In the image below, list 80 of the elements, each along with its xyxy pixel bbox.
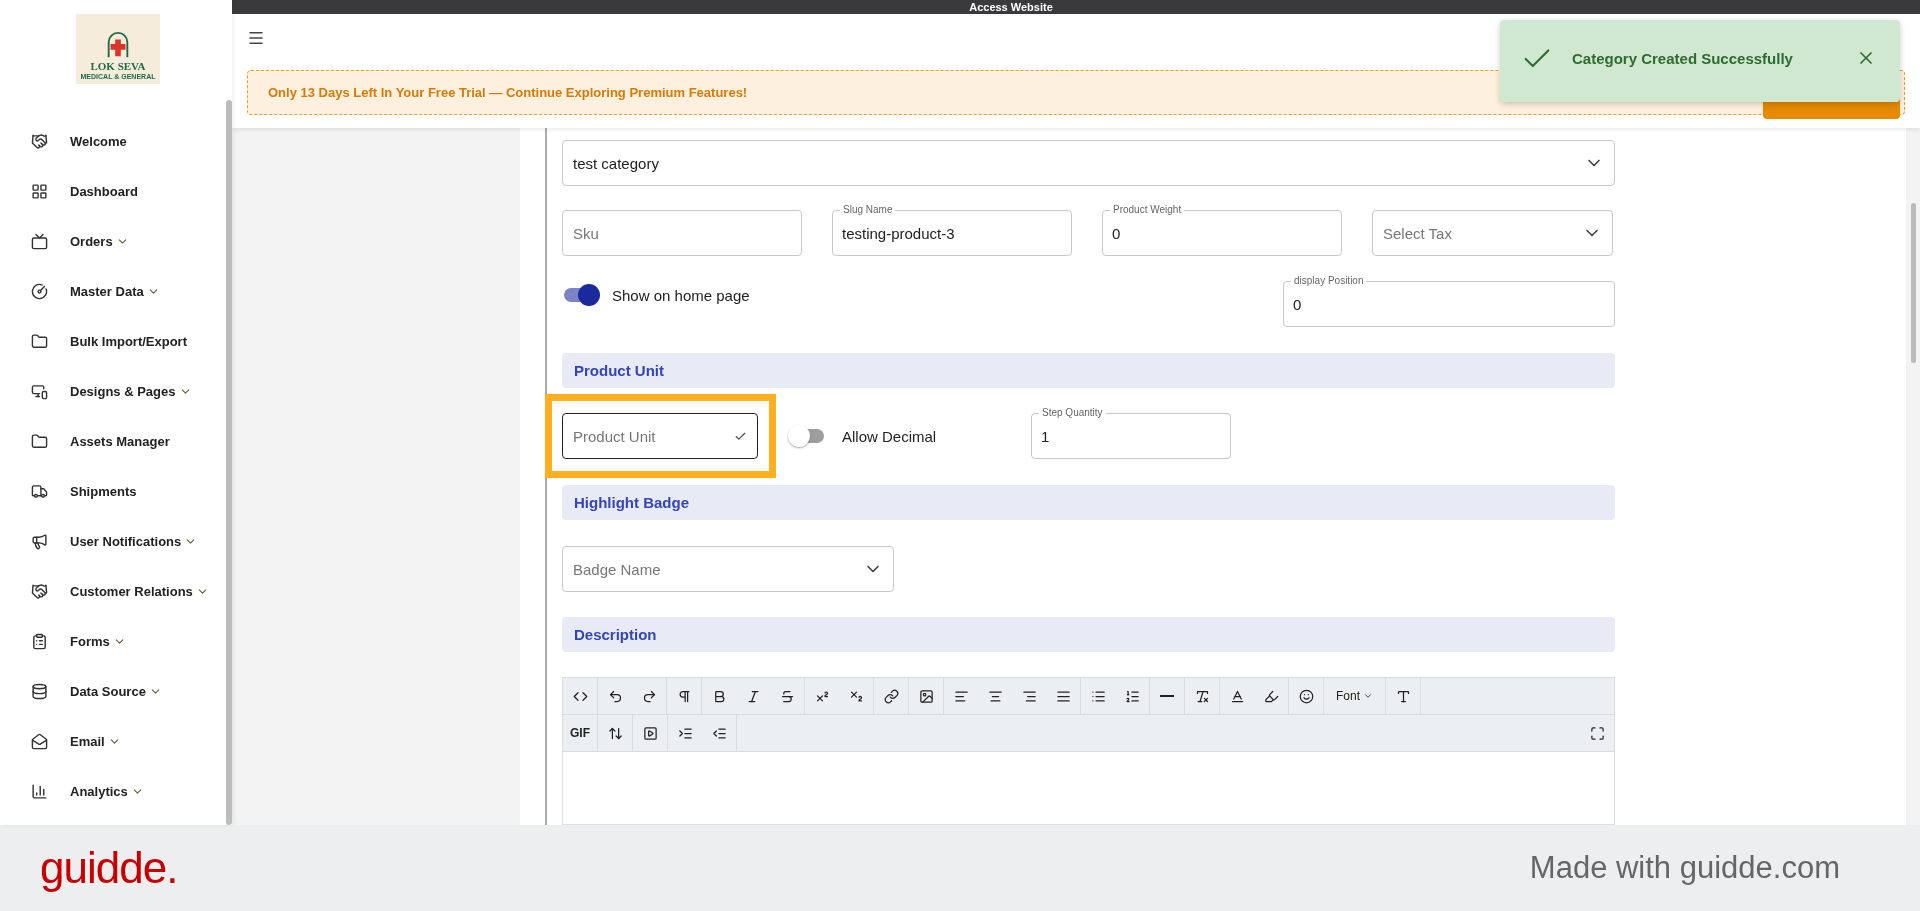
category-select[interactable]: test category xyxy=(562,140,1615,186)
sku-field[interactable]: Sku xyxy=(562,210,802,256)
field-label: Slug Name xyxy=(840,203,896,216)
toggle-label: Allow Decimal xyxy=(842,427,937,445)
list-icon xyxy=(31,632,48,650)
trial-message: Only 13 Days Left In Your Free Trial — Continue Exploring Premium Features! xyxy=(268,85,748,100)
toast-message: Category Created Successfully xyxy=(1572,50,1794,67)
mail-icon xyxy=(31,732,48,750)
sidebar-item[interactable]: Data Source xyxy=(0,666,220,716)
sidebar-item[interactable]: Customer Relations xyxy=(0,566,220,616)
video-icon xyxy=(642,725,658,741)
align-left-icon xyxy=(953,688,969,704)
scrollbar[interactable] xyxy=(1910,203,1916,363)
clear-format-icon xyxy=(1194,688,1210,704)
gif-button[interactable]: GIF xyxy=(563,715,597,751)
caret-icon xyxy=(1363,691,1373,701)
field-label: display Position xyxy=(1291,274,1367,287)
highlight-icon xyxy=(1263,688,1279,704)
access-website-link[interactable]: Access Website xyxy=(969,1,1053,13)
truck-icon xyxy=(31,482,48,500)
folder-icon xyxy=(31,332,48,350)
monitor-phone-icon xyxy=(31,382,48,400)
toggle-switch[interactable] xyxy=(788,425,826,447)
section-title: Description xyxy=(574,626,657,643)
megaphone-icon xyxy=(31,532,48,550)
image-icon xyxy=(918,688,934,704)
redo-icon xyxy=(641,688,657,704)
sidebar-item[interactable]: Orders xyxy=(0,216,220,266)
align-center-icon xyxy=(987,688,1003,704)
monitor-icon xyxy=(31,232,48,250)
bullet-list-icon xyxy=(1090,688,1106,704)
folder-icon xyxy=(31,432,48,450)
indent-icon xyxy=(677,725,693,741)
badge-select[interactable]: Badge Name xyxy=(562,546,894,592)
sidebar-item[interactable]: Dashboard xyxy=(0,166,220,216)
dashboard-icon xyxy=(31,182,48,200)
sidebar-item[interactable]: Master Data xyxy=(0,266,220,316)
emoji-icon xyxy=(1298,688,1314,704)
scrollbar[interactable] xyxy=(226,100,232,825)
handshake-icon xyxy=(31,582,48,600)
subscript-icon xyxy=(848,688,864,704)
toggle-label: Show on home page xyxy=(612,286,750,304)
fullscreen-icon xyxy=(1589,725,1605,741)
footer-tagline: Made with guidde.com xyxy=(1529,850,1840,886)
sidebar-item[interactable]: Email xyxy=(0,716,220,766)
sidebar-item[interactable]: Designs & Pages xyxy=(0,366,220,416)
database-icon xyxy=(31,682,48,700)
chart-circle-icon xyxy=(31,282,48,300)
italic-icon xyxy=(745,688,761,704)
toggle-switch[interactable] xyxy=(562,284,600,306)
tax-select[interactable]: Select Tax xyxy=(1372,210,1613,256)
sidebar-item[interactable]: Shipments xyxy=(0,466,220,516)
sidebar-item[interactable]: Analytics xyxy=(0,766,220,816)
superscript-icon xyxy=(814,688,830,704)
font-dropdown[interactable]: Font xyxy=(1324,678,1385,714)
unit-select[interactable]: Product Unit xyxy=(562,413,758,459)
sidebar-item[interactable]: Forms xyxy=(0,616,220,666)
numbered-list-icon xyxy=(1124,688,1140,704)
font-color-icon xyxy=(1229,688,1245,704)
bar-chart-icon xyxy=(31,782,48,800)
link-icon xyxy=(883,688,899,704)
section-title: Highlight Badge xyxy=(574,494,689,511)
paragraph-icon xyxy=(676,688,692,704)
align-right-icon xyxy=(1021,688,1037,704)
handshake-icon xyxy=(31,132,48,150)
outdent-icon xyxy=(711,725,727,741)
sidebar-item[interactable]: Welcome xyxy=(0,116,220,166)
undo-icon xyxy=(607,688,623,704)
sidebar-item[interactable]: User Notifications xyxy=(0,516,220,566)
text-size-icon xyxy=(1395,688,1411,704)
align-justify-icon xyxy=(1055,688,1071,704)
brand-logo: guidde. xyxy=(40,843,178,893)
field-label: Step Quantity xyxy=(1039,406,1106,419)
sidebar-item[interactable]: Assets Manager xyxy=(0,416,220,466)
line-height-icon xyxy=(607,725,623,741)
section-title: Product Unit xyxy=(574,362,664,379)
horizontal-rule-icon xyxy=(1160,695,1174,697)
strikethrough-icon xyxy=(779,688,795,704)
sidebar-item[interactable]: Bulk Import/Export xyxy=(0,316,220,366)
field-label: Product Weight xyxy=(1110,203,1185,216)
